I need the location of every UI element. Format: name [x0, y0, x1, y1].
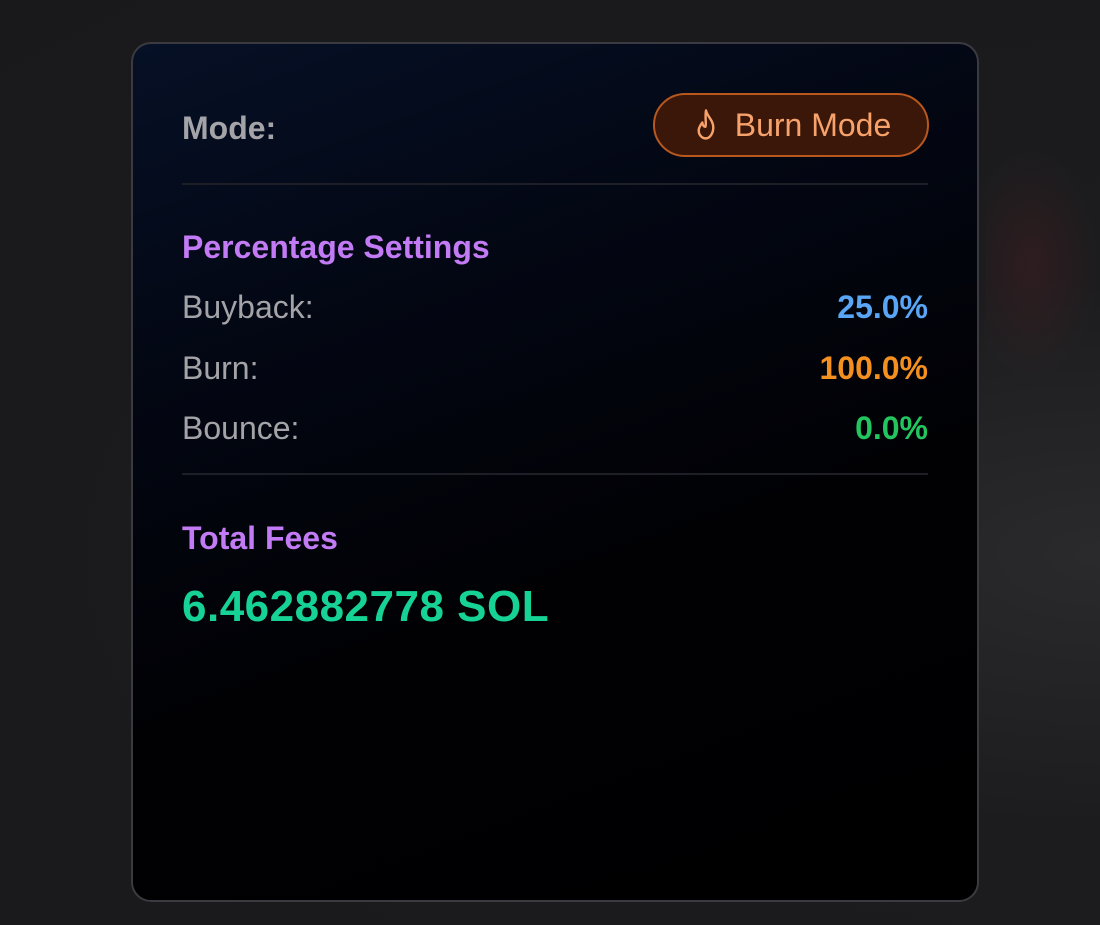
total-fees-value: 6.462882778 SOL [182, 582, 550, 631]
setting-value-buyback: 25.0% [837, 289, 928, 325]
setting-label: Burn: [182, 350, 259, 386]
setting-value-bounce: 0.0% [855, 410, 928, 446]
flame-icon [691, 108, 721, 142]
percentage-settings-title: Percentage Settings [182, 229, 490, 265]
divider [182, 473, 928, 475]
setting-label: Bounce: [182, 410, 300, 446]
setting-value-burn: 100.0% [819, 350, 928, 386]
fee-settings-card: Mode: Burn Mode Percentage Settings Buyb… [131, 42, 979, 902]
setting-row-buyback: Buyback: 25.0% [182, 289, 928, 326]
divider [182, 183, 928, 185]
background-glow [985, 150, 1100, 380]
burn-mode-badge[interactable]: Burn Mode [653, 93, 929, 157]
setting-row-bounce: Bounce: 0.0% [182, 410, 928, 447]
burn-mode-label: Burn Mode [734, 106, 892, 143]
setting-row-burn: Burn: 100.0% [182, 350, 928, 387]
mode-label: Mode: [182, 110, 277, 146]
total-fees-title: Total Fees [182, 520, 338, 556]
setting-label: Buyback: [182, 289, 314, 325]
